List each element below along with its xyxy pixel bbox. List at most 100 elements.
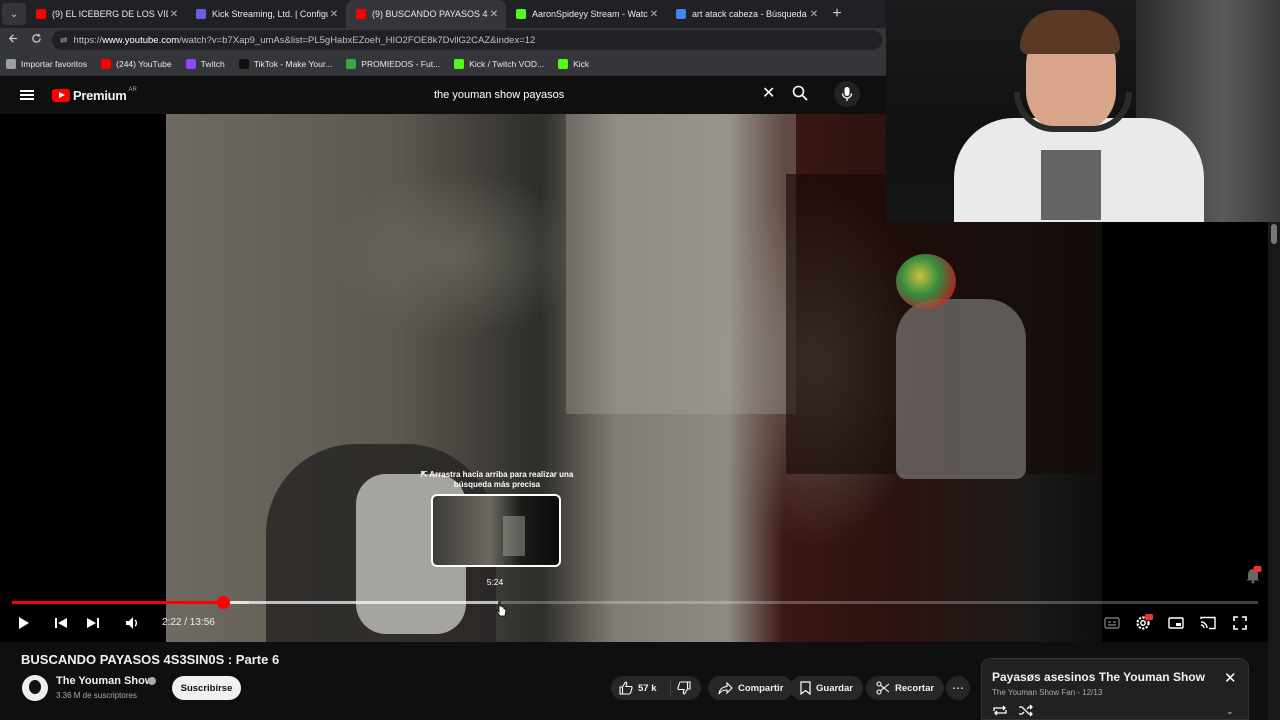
tab-title: Kick Streaming, Ltd. | Configurar p (212, 9, 328, 19)
save-button[interactable]: Guardar (790, 676, 863, 700)
url-path: /watch?v=b7Xap9_umAs&list=PL5gHabxEZoeh_… (179, 34, 536, 46)
bookmark-label: (244) YouTube (116, 58, 172, 69)
chevron-down-icon[interactable]: ⌄ (1226, 706, 1234, 717)
share-icon (718, 681, 733, 694)
subscribe-button[interactable]: Suscribirse (172, 676, 241, 700)
channel-avatar[interactable] (22, 675, 48, 701)
bookmark-favicon-icon (238, 58, 249, 69)
player-controls: 2:22 / 13:56 (0, 610, 1268, 636)
bookmark-label: Kick / Twitch VOD... (469, 58, 545, 69)
progress-bar[interactable] (12, 596, 1258, 609)
browser-toolbar: ⇌ https://www.youtube.com/watch?v=b7Xap9… (0, 28, 886, 52)
close-tab-icon[interactable]: ✕ (168, 9, 180, 20)
bookmark-favicon-icon (185, 58, 196, 69)
tab-favicon-icon (356, 9, 366, 19)
clear-search-icon[interactable]: ✕ (762, 86, 775, 102)
bookmark-item[interactable]: Importar favoritos (6, 58, 87, 69)
playlist-panel: Payasøs asesinos The Youman Show The You… (981, 658, 1249, 720)
like-button[interactable]: 57 k (611, 680, 671, 696)
youtube-logo[interactable]: Premium AR (52, 87, 137, 103)
browser-tabstrip: ⌄ (9) EL ICEBERG DE LOS VIDEOS PA✕Kick S… (0, 0, 886, 28)
tab-favicon-icon (676, 9, 686, 19)
verified-icon (148, 677, 156, 685)
browser-tab[interactable]: AaronSpideyy Stream - Watch Live✕ (506, 0, 666, 28)
search-icon (792, 85, 808, 101)
scrollbar-thumb[interactable] (1271, 224, 1277, 244)
site-info-icon[interactable]: ⇌ (60, 35, 68, 46)
scissors-icon (876, 681, 890, 695)
play-button[interactable] (13, 612, 35, 634)
back-button[interactable] (0, 33, 24, 47)
like-dislike-group: 57 k (611, 676, 701, 700)
bookmark-favicon-icon (101, 58, 112, 69)
close-tab-icon[interactable]: ✕ (648, 9, 660, 20)
close-tab-icon[interactable]: ✕ (808, 9, 820, 20)
youtube-header: Premium AR the youman show payasos ✕ (0, 76, 886, 114)
browser-tab[interactable]: art atack cabeza - Búsqueda ✕ (666, 0, 826, 28)
clip-button[interactable]: Recortar (866, 676, 945, 700)
shuffle-icon[interactable] (1018, 704, 1034, 720)
youtube-play-icon (52, 88, 70, 102)
bookmark-item[interactable]: Kick (558, 58, 589, 69)
tab-favicon-icon (36, 9, 46, 19)
miniplayer-button[interactable] (1165, 612, 1187, 634)
next-button[interactable] (82, 612, 104, 634)
tab-search-button[interactable]: ⌄ (2, 3, 26, 25)
share-button[interactable]: Compartir (708, 676, 794, 700)
previous-icon (55, 618, 67, 628)
country-code: AR (128, 87, 137, 93)
bookmark-item[interactable]: Twitch (185, 58, 225, 69)
bookmark-favicon-icon (454, 58, 465, 69)
video-title: BUSCANDO PAYASOS 4S3SIN0S : Parte 6 (21, 652, 280, 667)
bookmark-label: Twitch (200, 58, 225, 69)
browser-tab[interactable]: (9) BUSCANDO PAYASOS 4S3SIN0✕ (346, 0, 506, 28)
loop-icon[interactable] (992, 704, 1008, 720)
reload-button[interactable] (24, 33, 48, 47)
browser-tab[interactable]: (9) EL ICEBERG DE LOS VIDEOS PA✕ (26, 0, 186, 28)
address-bar[interactable]: ⇌ https://www.youtube.com/watch?v=b7Xap9… (52, 30, 882, 50)
search-button[interactable] (792, 85, 808, 106)
new-tab-button[interactable]: + (826, 5, 848, 23)
bookmark-favicon-icon (346, 58, 357, 69)
cast-button[interactable] (1197, 612, 1219, 634)
more-actions-button[interactable]: ⋯ (946, 676, 970, 700)
tab-title: AaronSpideyy Stream - Watch Live (532, 9, 648, 19)
page-scrollbar[interactable] (1268, 222, 1280, 720)
channel-name[interactable]: The Youman Show (56, 675, 153, 687)
bookmark-favicon-icon (6, 58, 16, 69)
browser-tab[interactable]: Kick Streaming, Ltd. | Configurar p✕ (186, 0, 346, 28)
close-playlist-icon[interactable]: ✕ (1224, 671, 1237, 686)
bookmarks-bar: Importar favoritos (244) YouTube Twitch Tik… (0, 52, 886, 76)
thumbs-up-icon (619, 681, 633, 695)
close-tab-icon[interactable]: ✕ (328, 9, 340, 20)
gear-icon (1136, 614, 1153, 630)
subtitles-button[interactable] (1101, 612, 1123, 634)
next-icon (87, 618, 99, 628)
bookmark-label: PROMIEDOS - Fut... (361, 58, 441, 69)
subscriber-count: 3.36 M de suscriptores (56, 691, 137, 700)
search-input[interactable]: the youman show payasos (424, 81, 784, 109)
time-display: 2:22 / 13:56 (162, 617, 215, 628)
dislike-button[interactable] (671, 681, 701, 695)
cast-icon (1200, 616, 1216, 630)
bookmark-item[interactable]: PROMIEDOS - Fut... (346, 58, 441, 69)
seek-preview-time: 5:24 (486, 577, 504, 587)
close-tab-icon[interactable]: ✕ (488, 9, 500, 20)
url-prefix: https:// (73, 34, 103, 46)
bookmark-item[interactable]: (244) YouTube (101, 58, 172, 69)
tab-list: (9) EL ICEBERG DE LOS VIDEOS PA✕Kick Str… (26, 0, 826, 28)
playlist-title[interactable]: Payasøs asesinos The Youman Show (992, 670, 1205, 684)
menu-icon[interactable] (20, 90, 34, 100)
fullscreen-button[interactable] (1229, 612, 1251, 634)
previous-button[interactable] (50, 612, 72, 634)
notification-bell-icon[interactable] (1244, 566, 1262, 589)
screen: ⌄ (9) EL ICEBERG DE LOS VIDEOS PA✕Kick S… (0, 0, 1280, 720)
progress-played (12, 601, 224, 604)
logo-text: Premium (73, 87, 127, 103)
bookmark-item[interactable]: Kick / Twitch VOD... (454, 58, 545, 69)
tab-favicon-icon (196, 9, 206, 19)
bookmark-item[interactable]: TikTok - Make Your... (238, 58, 332, 69)
settings-button[interactable] (1133, 612, 1155, 634)
voice-search-button[interactable] (834, 81, 860, 107)
mute-button[interactable] (121, 612, 143, 634)
